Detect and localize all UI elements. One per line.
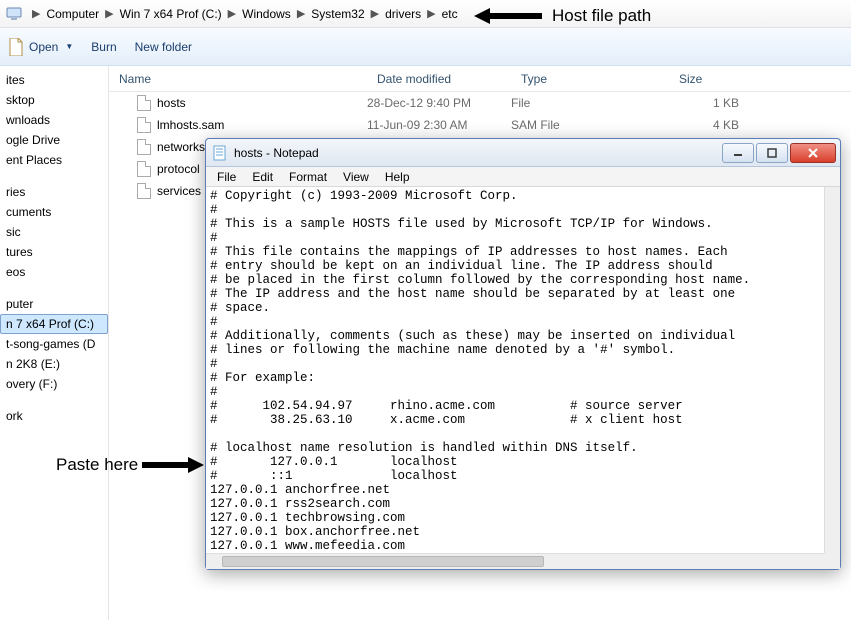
breadcrumb-etc[interactable]: etc: [442, 7, 458, 21]
computer-icon: [6, 7, 22, 21]
notepad-titlebar[interactable]: hosts - Notepad: [206, 139, 840, 167]
file-date: 28-Dec-12 9:40 PM: [367, 96, 511, 110]
sidebar-computer[interactable]: puter: [0, 294, 108, 314]
column-headers: Name Date modified Type Size: [109, 66, 851, 92]
breadcrumb-system32[interactable]: System32: [311, 7, 364, 21]
annotation-hostpath-label: Host file path: [552, 6, 651, 26]
sidebar-documents[interactable]: cuments: [0, 202, 108, 222]
file-name: lmhosts.sam: [157, 118, 224, 132]
chevron-right-icon[interactable]: ▶: [105, 7, 113, 20]
file-icon: [137, 117, 151, 133]
menu-help[interactable]: Help: [378, 169, 417, 185]
scrollbar-thumb[interactable]: [222, 556, 544, 567]
menu-view[interactable]: View: [336, 169, 376, 185]
menu-edit[interactable]: Edit: [245, 169, 280, 185]
column-type[interactable]: Type: [511, 72, 669, 86]
sidebar-favorites[interactable]: ites: [0, 70, 108, 90]
file-type: SAM File: [511, 118, 669, 132]
file-name: networks: [157, 140, 205, 154]
file-icon: [137, 161, 151, 177]
file-icon: [137, 95, 151, 111]
sidebar-network[interactable]: ork: [0, 406, 108, 426]
notepad-textarea[interactable]: # Copyright (c) 1993-2009 Microsoft Corp…: [206, 187, 824, 553]
scrollbar-horizontal[interactable]: [206, 553, 824, 569]
open-button[interactable]: Open ▼: [8, 38, 73, 56]
maximize-button[interactable]: [756, 143, 788, 163]
chevron-right-icon[interactable]: ▶: [32, 7, 40, 20]
chevron-right-icon[interactable]: ▶: [371, 7, 379, 20]
menu-format[interactable]: Format: [282, 169, 334, 185]
menu-file[interactable]: File: [210, 169, 243, 185]
scrollbar-vertical[interactable]: [824, 187, 840, 553]
file-icon: [137, 183, 151, 199]
breadcrumb-drivers[interactable]: drivers: [385, 7, 421, 21]
file-date: 11-Jun-09 2:30 AM: [367, 118, 511, 132]
explorer-toolbar: Open ▼ Burn New folder: [0, 28, 851, 66]
column-size[interactable]: Size: [669, 72, 759, 86]
notepad-menubar: File Edit Format View Help: [206, 167, 840, 187]
new-folder-button[interactable]: New folder: [135, 40, 192, 54]
sidebar-music[interactable]: sic: [0, 222, 108, 242]
file-row[interactable]: hosts 28-Dec-12 9:40 PM File 1 KB: [109, 92, 851, 114]
sidebar-libraries[interactable]: ries: [0, 182, 108, 202]
sidebar-drive-d[interactable]: t-song-games (D: [0, 334, 108, 354]
breadcrumb-bar[interactable]: ▶ Computer ▶ Win 7 x64 Prof (C:) ▶ Windo…: [0, 0, 851, 28]
sidebar-videos[interactable]: eos: [0, 262, 108, 282]
sidebar-drive-c[interactable]: n 7 x64 Prof (C:): [0, 314, 108, 334]
annotation-pastehere: Paste here: [56, 455, 204, 475]
chevron-right-icon[interactable]: ▶: [427, 7, 435, 20]
sidebar-pictures[interactable]: tures: [0, 242, 108, 262]
document-icon: [8, 38, 24, 56]
file-name: protocol: [157, 162, 200, 176]
chevron-down-icon[interactable]: ▼: [65, 42, 73, 51]
breadcrumb-windows[interactable]: Windows: [242, 7, 291, 21]
sidebar-desktop[interactable]: sktop: [0, 90, 108, 110]
file-name: hosts: [157, 96, 186, 110]
sidebar-downloads[interactable]: wnloads: [0, 110, 108, 130]
column-name[interactable]: Name: [109, 72, 367, 86]
sidebar-recent[interactable]: ent Places: [0, 150, 108, 170]
file-size: 4 KB: [669, 118, 759, 132]
burn-button[interactable]: Burn: [91, 40, 116, 54]
arrow-right-icon: [142, 457, 204, 473]
minimize-button[interactable]: [722, 143, 754, 163]
close-button[interactable]: [790, 143, 836, 163]
sidebar-googledrive[interactable]: ogle Drive: [0, 130, 108, 150]
sidebar-drive-e[interactable]: n 2K8 (E:): [0, 354, 108, 374]
open-label: Open: [29, 40, 58, 54]
file-type: File: [511, 96, 669, 110]
scrollbar-corner: [824, 553, 840, 569]
sidebar-drive-f[interactable]: overy (F:): [0, 374, 108, 394]
notepad-title: hosts - Notepad: [234, 146, 720, 160]
file-row[interactable]: lmhosts.sam 11-Jun-09 2:30 AM SAM File 4…: [109, 114, 851, 136]
notepad-window[interactable]: hosts - Notepad File Edit Format View He…: [205, 138, 841, 570]
breadcrumb-computer[interactable]: Computer: [46, 7, 99, 21]
notepad-body: # Copyright (c) 1993-2009 Microsoft Corp…: [206, 187, 840, 569]
arrow-left-icon: [474, 8, 542, 24]
chevron-right-icon[interactable]: ▶: [297, 7, 305, 20]
annotation-hostpath: Host file path: [474, 6, 651, 26]
file-icon: [137, 139, 151, 155]
notepad-icon: [212, 145, 228, 161]
breadcrumb-drive[interactable]: Win 7 x64 Prof (C:): [120, 7, 222, 21]
file-name: services: [157, 184, 201, 198]
column-date[interactable]: Date modified: [367, 72, 511, 86]
file-size: 1 KB: [669, 96, 759, 110]
nav-sidebar: ites sktop wnloads ogle Drive ent Places…: [0, 66, 109, 620]
chevron-right-icon[interactable]: ▶: [228, 7, 236, 20]
annotation-pastehere-label: Paste here: [56, 455, 138, 475]
